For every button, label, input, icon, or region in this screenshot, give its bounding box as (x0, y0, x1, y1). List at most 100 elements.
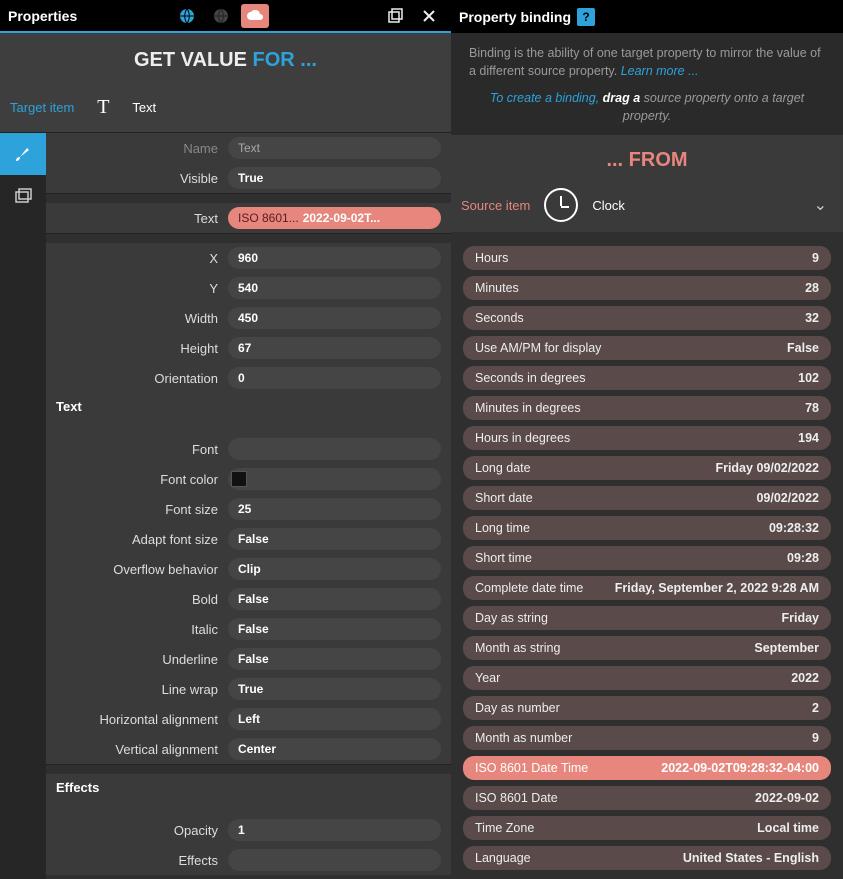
source-prop-value: Friday (781, 611, 819, 625)
source-prop-row[interactable]: Hours9 (463, 246, 831, 270)
source-prop-value: 78 (805, 401, 819, 415)
label-underline: Underline (46, 652, 228, 667)
source-prop-row[interactable]: Complete date timeFriday, September 2, 2… (463, 576, 831, 600)
source-prop-name: Use AM/PM for display (475, 341, 601, 355)
source-prop-name: Hours in degrees (475, 431, 570, 445)
source-prop-row[interactable]: Year2022 (463, 666, 831, 690)
source-prop-value: 9 (812, 731, 819, 745)
label-y: Y (46, 281, 228, 296)
value-bold[interactable]: False (228, 588, 441, 610)
label-overflow: Overflow behavior (46, 562, 228, 577)
source-prop-row[interactable]: ISO 8601 Date 2022-09-02 (463, 786, 831, 810)
source-prop-row[interactable]: Short time09:28 (463, 546, 831, 570)
value-underline[interactable]: False (228, 648, 441, 670)
globe-dim-icon[interactable] (207, 4, 235, 28)
value-width[interactable]: 450 (228, 307, 441, 329)
source-prop-name: Seconds in degrees (475, 371, 586, 385)
value-effects[interactable] (228, 849, 441, 871)
value-x[interactable]: 960 (228, 247, 441, 269)
value-fontcolor[interactable] (228, 468, 441, 490)
source-prop-name: Long time (475, 521, 530, 535)
source-prop-value: False (787, 341, 819, 355)
sidebar-layers[interactable] (0, 175, 46, 217)
source-prop-row[interactable]: ISO 8601 Date Time 2022-09-02T09:28:32-04… (463, 756, 831, 780)
source-prop-row[interactable]: Use AM/PM for display False (463, 336, 831, 360)
source-prop-name: Language (475, 851, 531, 865)
source-prop-row[interactable]: Seconds32 (463, 306, 831, 330)
value-adapt[interactable]: False (228, 528, 441, 550)
source-prop-row[interactable]: Time Zone Local time (463, 816, 831, 840)
popout-icon[interactable] (381, 4, 409, 28)
value-name: Text (228, 137, 441, 159)
source-prop-value: 09/02/2022 (756, 491, 819, 505)
section-effects: Effects (46, 774, 451, 801)
value-orientation[interactable]: 0 (228, 367, 441, 389)
label-valign: Vertical alignment (46, 742, 228, 757)
value-overflow[interactable]: Clip (228, 558, 441, 580)
source-prop-name: Day as number (475, 701, 560, 715)
source-prop-value: 2022-09-02T09:28:32-04:00 (661, 761, 819, 775)
source-prop-row[interactable]: Long dateFriday 09/02/2022 (463, 456, 831, 480)
cloud-icon[interactable] (241, 4, 269, 28)
source-prop-name: ISO 8601 Date (475, 791, 558, 805)
source-prop-value: 102 (798, 371, 819, 385)
value-fontsize[interactable]: 25 (228, 498, 441, 520)
source-prop-name: ISO 8601 Date Time (475, 761, 588, 775)
chevron-down-icon[interactable]: ⌄ (814, 195, 833, 215)
label-visible: Visible (46, 171, 228, 186)
source-prop-name: Month as number (475, 731, 572, 745)
section-text: Text (46, 393, 451, 420)
from-title: ... FROM (451, 135, 843, 182)
binding-tip: To create a binding, drag a source prope… (469, 90, 825, 125)
sidebar-brush[interactable] (0, 133, 46, 175)
label-text: Text (46, 211, 228, 226)
source-prop-row[interactable]: LanguageUnited States - English (463, 846, 831, 870)
source-prop-name: Minutes (475, 281, 519, 295)
label-width: Width (46, 311, 228, 326)
source-prop-value: 2022-09-02 (755, 791, 819, 805)
source-prop-row[interactable]: Minutes in degrees78 (463, 396, 831, 420)
globe-icon[interactable] (173, 4, 201, 28)
source-prop-value: 194 (798, 431, 819, 445)
label-x: X (46, 251, 228, 266)
value-visible[interactable]: True (228, 167, 441, 189)
help-icon[interactable]: ? (577, 8, 595, 26)
source-prop-row[interactable]: Day as number2 (463, 696, 831, 720)
binding-intro: Binding is the ability of one target pro… (451, 33, 843, 129)
properties-list[interactable]: NameText VisibleTrue Text ISO 8601...202… (46, 133, 451, 879)
source-prop-name: Hours (475, 251, 508, 265)
source-item-bar[interactable]: Source item Clock ⌄ (451, 182, 843, 232)
source-prop-name: Seconds (475, 311, 524, 325)
source-properties-list[interactable]: Hours9Minutes28Seconds32Use AM/PM for di… (451, 232, 843, 879)
value-text-bound[interactable]: ISO 8601...2022-09-02T... (228, 207, 441, 229)
value-halign[interactable]: Left (228, 708, 441, 730)
source-prop-row[interactable]: Day as string Friday (463, 606, 831, 630)
value-font[interactable] (228, 438, 441, 460)
label-bold: Bold (46, 592, 228, 607)
source-prop-row[interactable]: Hours in degrees 194 (463, 426, 831, 450)
target-item-bar[interactable]: Target item T Text (0, 86, 451, 133)
source-prop-value: Local time (757, 821, 819, 835)
close-icon[interactable] (415, 4, 443, 28)
value-valign[interactable]: Center (228, 738, 441, 760)
value-height[interactable]: 67 (228, 337, 441, 359)
binding-title: GET VALUE FOR ... (0, 33, 451, 86)
source-prop-name: Time Zone (475, 821, 534, 835)
source-prop-name: Day as string (475, 611, 548, 625)
value-linewrap[interactable]: True (228, 678, 441, 700)
value-italic[interactable]: False (228, 618, 441, 640)
value-opacity[interactable]: 1 (228, 819, 441, 841)
source-prop-row[interactable]: Short date 09/02/2022 (463, 486, 831, 510)
source-prop-value: 28 (805, 281, 819, 295)
binding-panel: Property binding ? Binding is the abilit… (451, 0, 843, 879)
source-prop-value: 09:28:32 (769, 521, 819, 535)
value-y[interactable]: 540 (228, 277, 441, 299)
source-prop-row[interactable]: Month as stringSeptember (463, 636, 831, 660)
source-prop-row[interactable]: Long time 09:28:32 (463, 516, 831, 540)
source-prop-row[interactable]: Month as number 9 (463, 726, 831, 750)
source-prop-row[interactable]: Seconds in degrees 102 (463, 366, 831, 390)
source-prop-row[interactable]: Minutes 28 (463, 276, 831, 300)
clock-icon (544, 188, 578, 222)
learn-more-link[interactable]: Learn more ... (621, 64, 699, 78)
source-prop-name: Short date (475, 491, 533, 505)
